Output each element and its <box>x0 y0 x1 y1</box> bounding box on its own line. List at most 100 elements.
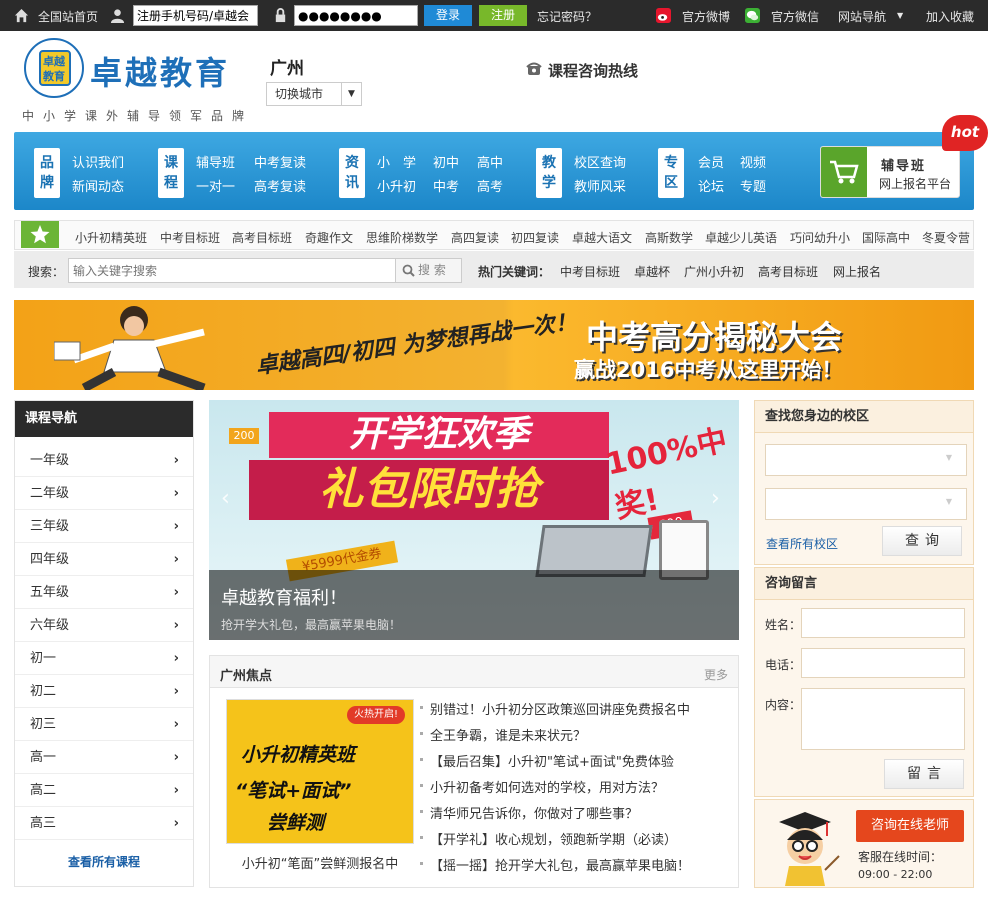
nav-link-zhongkao[interactable]: 中考 <box>433 176 459 195</box>
nav-group-brand: 品牌 认识我们 新闻动态 <box>34 148 134 198</box>
course-nav-item[interactable]: 四年级 › <box>15 543 193 576</box>
search-input[interactable] <box>68 258 396 283</box>
strip-course-link[interactable]: 高斯数学 <box>645 229 693 246</box>
name-input[interactable] <box>801 608 965 638</box>
news-link[interactable]: 【最后召集】小升初"笔试+面试"免费体验 <box>420 751 674 770</box>
promo-slider[interactable]: 200 开学狂欢季 礼包限时抢 100%中奖! 600 ¥5999代金券 ‹ ›… <box>209 400 739 640</box>
nav-link-one-on-one[interactable]: 一对一 <box>196 176 235 195</box>
strip-course-link[interactable]: 高考目标班 <box>232 229 292 246</box>
consult-teacher-button[interactable]: 咨询在线老师 <box>856 810 964 842</box>
content-textarea[interactable] <box>801 688 965 750</box>
strip-course-link[interactable]: 小升初精英班 <box>75 229 147 246</box>
slider-caption-title[interactable]: 卓越教育福利！ <box>221 584 347 610</box>
query-button[interactable]: 查询 <box>882 526 962 556</box>
strip-course-link[interactable]: 奇趣作文 <box>305 229 353 246</box>
all-courses-link[interactable]: 查看所有课程 <box>15 853 193 870</box>
register-button[interactable]: 注册 <box>479 5 527 26</box>
chevron-right-icon: › <box>173 552 179 567</box>
focus-image[interactable]: 火热开启! 小升初精英班 “笔试+面试” 尝鲜测 <box>226 699 414 844</box>
search-button[interactable]: 搜 索 <box>396 258 462 283</box>
wechat-link[interactable]: 官方微信 <box>771 8 819 25</box>
nav-link-video[interactable]: 视频 <box>740 152 766 171</box>
hot-keyword-link[interactable]: 广州小升初 <box>684 263 744 280</box>
course-nav-item[interactable]: 高三 › <box>15 807 193 840</box>
nav-link-member[interactable]: 会员 <box>698 152 724 171</box>
nav-link-class[interactable]: 辅导班 <box>196 152 235 171</box>
submit-message-button[interactable]: 留言 <box>884 759 964 789</box>
strip-course-link[interactable]: 卓越大语文 <box>572 229 632 246</box>
strip-course-link[interactable]: 卓越少儿英语 <box>705 229 777 246</box>
username-input[interactable] <box>133 5 258 26</box>
nav-link-forum[interactable]: 论坛 <box>698 176 724 195</box>
add-favorite-link[interactable]: 加入收藏 <box>926 8 974 25</box>
nav-link-senior[interactable]: 高中 <box>477 152 503 171</box>
strip-course-link[interactable]: 中考目标班 <box>160 229 220 246</box>
guangzhou-focus: 广州焦点 更多 火热开启! 小升初精英班 “笔试+面试” 尝鲜测 小升初“笔面”… <box>209 655 739 888</box>
message-title: 咨询留言 <box>755 568 973 600</box>
news-link[interactable]: 【摇一摇】抢开学大礼包，最高赢苹果电脑！ <box>419 855 690 874</box>
all-campus-link[interactable]: 查看所有校区 <box>766 535 838 552</box>
focus-image-line2: “笔试+面试” <box>235 780 352 802</box>
logo-badge[interactable]: 卓越 教育 <box>24 38 84 98</box>
city-switch-select[interactable]: 切换城市 ▼ <box>266 82 362 106</box>
hot-keyword-link[interactable]: 中考目标班 <box>560 263 620 280</box>
home-link[interactable]: 全国站首页 <box>38 8 98 25</box>
campus-select[interactable]: ▼ <box>765 488 967 520</box>
hot-keyword-link[interactable]: 高考目标班 <box>758 263 818 280</box>
focus-image-caption[interactable]: 小升初“笔面”尝鲜测报名中 <box>226 853 414 872</box>
hot-keyword-link[interactable]: 卓越杯 <box>634 263 670 280</box>
strip-course-link[interactable]: 国际高中 <box>862 229 910 246</box>
course-nav-item[interactable]: 二年级 › <box>15 477 193 510</box>
weibo-link[interactable]: 官方微博 <box>682 8 730 25</box>
promo-banner[interactable]: 卓越高四/初四 为梦想再战一次！ 中考高分揭秘大会 赢战2016中考从这里开始！ <box>14 300 974 390</box>
nav-link-news[interactable]: 新闻动态 <box>72 176 124 195</box>
slider-headline-2: 礼包限时抢 <box>249 460 609 520</box>
focus-more-link[interactable]: 更多 <box>704 666 728 683</box>
news-link[interactable]: 别错过！小升初分区政策巡回讲座免费报名中 <box>419 699 690 718</box>
site-nav-dropdown[interactable]: 网站导航 <box>838 8 886 25</box>
nav-link-xiaoshengchu[interactable]: 小升初 <box>377 176 416 195</box>
nav-link-about[interactable]: 认识我们 <box>72 152 124 171</box>
news-link[interactable]: 【开学礼】收心规划，领跑新学期（必读） <box>419 829 677 848</box>
nav-link-gaokao[interactable]: 高考 <box>477 176 503 195</box>
nav-link-teachers[interactable]: 教师风采 <box>574 176 626 195</box>
course-nav-item[interactable]: 六年级 › <box>15 609 193 642</box>
district-select[interactable]: ▼ <box>765 444 967 476</box>
nav-link-primary[interactable]: 小 学 <box>377 152 416 171</box>
strip-course-link[interactable]: 高四复读 <box>451 229 499 246</box>
news-link[interactable]: 全王争霸，谁是未来状元？ <box>419 725 586 744</box>
strip-course-link[interactable]: 巧问幼升小 <box>790 229 850 246</box>
chevron-right-icon: › <box>173 816 179 831</box>
slider-prev-icon[interactable]: ‹ <box>221 486 230 511</box>
nav-link-junior[interactable]: 初中 <box>433 152 459 171</box>
news-link[interactable]: 小升初备考如何选对的学校，用对方法？ <box>419 777 664 796</box>
course-nav-item[interactable]: 初二 › <box>15 675 193 708</box>
logo-badge-bottom: 教育 <box>43 70 65 83</box>
login-button[interactable]: 登录 <box>424 5 472 26</box>
slider-next-icon[interactable]: › <box>711 486 720 511</box>
course-nav-item[interactable]: 一年级 › <box>15 444 193 477</box>
course-nav-item[interactable]: 三年级 › <box>15 510 193 543</box>
forgot-password-link[interactable]: 忘记密码？ <box>537 8 597 25</box>
strip-course-link[interactable]: 冬夏令营 <box>922 229 970 246</box>
course-nav-item[interactable]: 初一 › <box>15 642 193 675</box>
strip-course-link[interactable]: 思维阶梯数学 <box>366 229 438 246</box>
nav-link-special[interactable]: 专题 <box>740 176 766 195</box>
hot-keyword-link[interactable]: 网上报名 <box>833 263 881 280</box>
strip-course-link[interactable]: 初四复读 <box>511 229 559 246</box>
logo-text[interactable]: 卓越教育 <box>90 48 230 94</box>
password-input[interactable] <box>294 5 418 26</box>
nav-link-campus-search[interactable]: 校区查询 <box>574 152 626 171</box>
news-link[interactable]: 清华师兄告诉你，你做对了哪些事？ <box>419 803 638 822</box>
course-nav: 课程导航 一年级 › 二年级 › 三年级 › 四年级 › 五年级 › 六年级 › 初一 › 初… <box>14 400 194 887</box>
course-nav-item[interactable]: 高一 › <box>15 741 193 774</box>
course-nav-item[interactable]: 高二 › <box>15 774 193 807</box>
consult-message: 咨询留言 姓名： 电话： 内容： 留言 <box>754 567 974 797</box>
course-nav-item[interactable]: 五年级 › <box>15 576 193 609</box>
nav-link-gaokao-repeat[interactable]: 高考复读 <box>254 176 306 195</box>
course-nav-item[interactable]: 初三 › <box>15 708 193 741</box>
online-signup-button[interactable]: 辅导班 网上报名平台 <box>820 146 960 198</box>
nav-link-zhongkao-repeat[interactable]: 中考复读 <box>254 152 306 171</box>
content-label: 内容： <box>765 698 802 712</box>
phone-input[interactable] <box>801 648 965 678</box>
